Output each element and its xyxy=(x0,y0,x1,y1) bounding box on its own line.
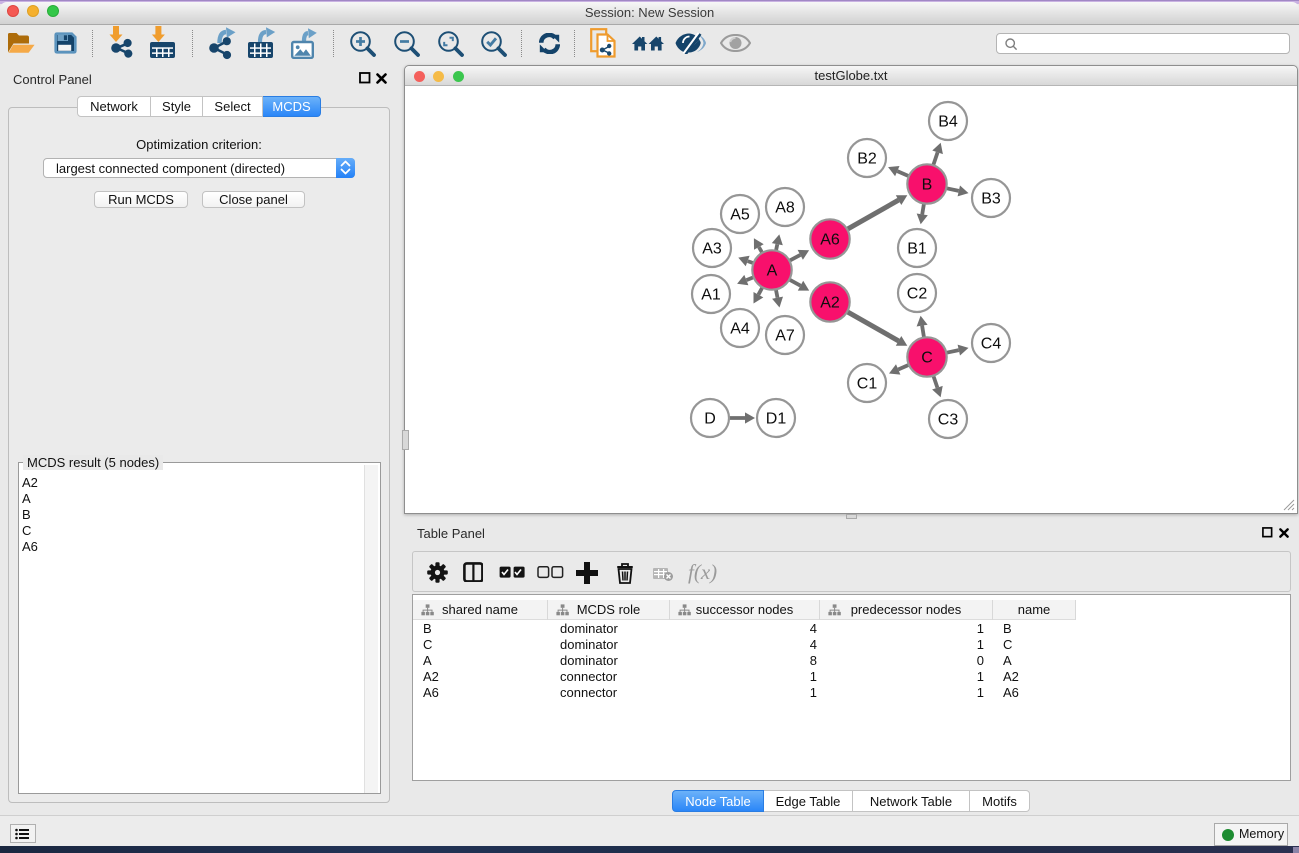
svg-text:C1: C1 xyxy=(857,376,878,393)
svg-text:A5: A5 xyxy=(730,207,750,224)
svg-text:A4: A4 xyxy=(730,321,750,338)
svg-text:B4: B4 xyxy=(938,114,958,131)
svg-text:A6: A6 xyxy=(820,232,840,249)
svg-text:A2: A2 xyxy=(820,295,840,312)
svg-text:A3: A3 xyxy=(702,241,722,258)
svg-text:D1: D1 xyxy=(766,411,787,428)
svg-text:C3: C3 xyxy=(938,412,959,429)
svg-text:A1: A1 xyxy=(701,287,721,304)
svg-text:B3: B3 xyxy=(981,191,1001,208)
svg-text:C4: C4 xyxy=(981,336,1002,353)
svg-text:D: D xyxy=(704,411,716,428)
svg-text:C: C xyxy=(921,350,933,367)
svg-text:A8: A8 xyxy=(775,200,795,217)
svg-text:B1: B1 xyxy=(907,241,927,258)
svg-text:B: B xyxy=(922,177,933,194)
svg-text:A: A xyxy=(767,263,778,280)
svg-text:A7: A7 xyxy=(775,328,795,345)
svg-text:C2: C2 xyxy=(907,286,928,303)
svg-text:B2: B2 xyxy=(857,151,877,168)
